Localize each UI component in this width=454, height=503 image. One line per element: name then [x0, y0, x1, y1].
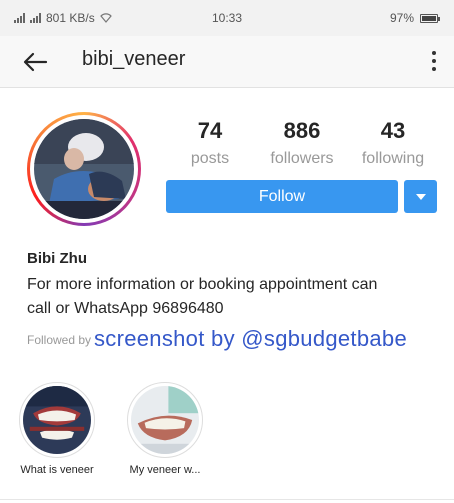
bio-line: call or WhatsApp 96896480 — [27, 300, 224, 317]
highlight-cover-image — [23, 386, 91, 454]
battery-percent: 97% — [389, 11, 414, 25]
stat-following[interactable]: 43 following — [350, 118, 436, 168]
header-username: bibi_veneer — [82, 48, 186, 70]
stat-followers-count: 886 — [283, 118, 321, 143]
stat-following-label: following — [361, 150, 425, 167]
follow-dropdown-button[interactable] — [404, 180, 437, 213]
stat-posts[interactable]: 74 posts — [180, 118, 240, 168]
stat-followers-label: followers — [270, 150, 334, 167]
arrow-left-icon[interactable] — [22, 50, 48, 74]
battery-icon — [420, 13, 440, 23]
divider — [0, 499, 454, 500]
followed-by-text[interactable]: Followed by — [27, 333, 91, 347]
story-highlight[interactable]: My veneer w... — [120, 382, 210, 476]
story-highlight[interactable]: What is veneer — [12, 382, 102, 476]
highlight-label: My veneer w... — [129, 464, 201, 476]
watermark-text: screenshot by @sgbudgetbabe — [94, 326, 407, 351]
stat-posts-label: posts — [190, 150, 230, 167]
highlight-label: What is veneer — [20, 464, 94, 476]
avatar-image — [34, 119, 134, 219]
status-time: 10:33 — [211, 11, 243, 25]
bio-line: For more information or booking appointm… — [27, 276, 378, 293]
stat-following-count: 43 — [380, 118, 406, 143]
profile-avatar[interactable] — [27, 112, 141, 226]
chevron-down-icon — [415, 193, 426, 200]
status-right: 97% — [389, 11, 440, 25]
stat-posts-count: 74 — [197, 118, 223, 143]
battery-fill — [422, 15, 436, 21]
profile-bio: For more information or booking appointm… — [27, 273, 437, 321]
highlight-cover-image — [131, 386, 199, 454]
follow-button[interactable]: Follow — [166, 180, 398, 213]
profile-header: bibi_veneer — [0, 36, 454, 88]
stat-followers[interactable]: 886 followers — [262, 118, 342, 168]
status-bar: 801 KB/s 10:33 97% — [0, 0, 454, 36]
profile-full-name: Bibi Zhu — [27, 250, 87, 267]
more-vertical-icon[interactable] — [428, 48, 440, 74]
